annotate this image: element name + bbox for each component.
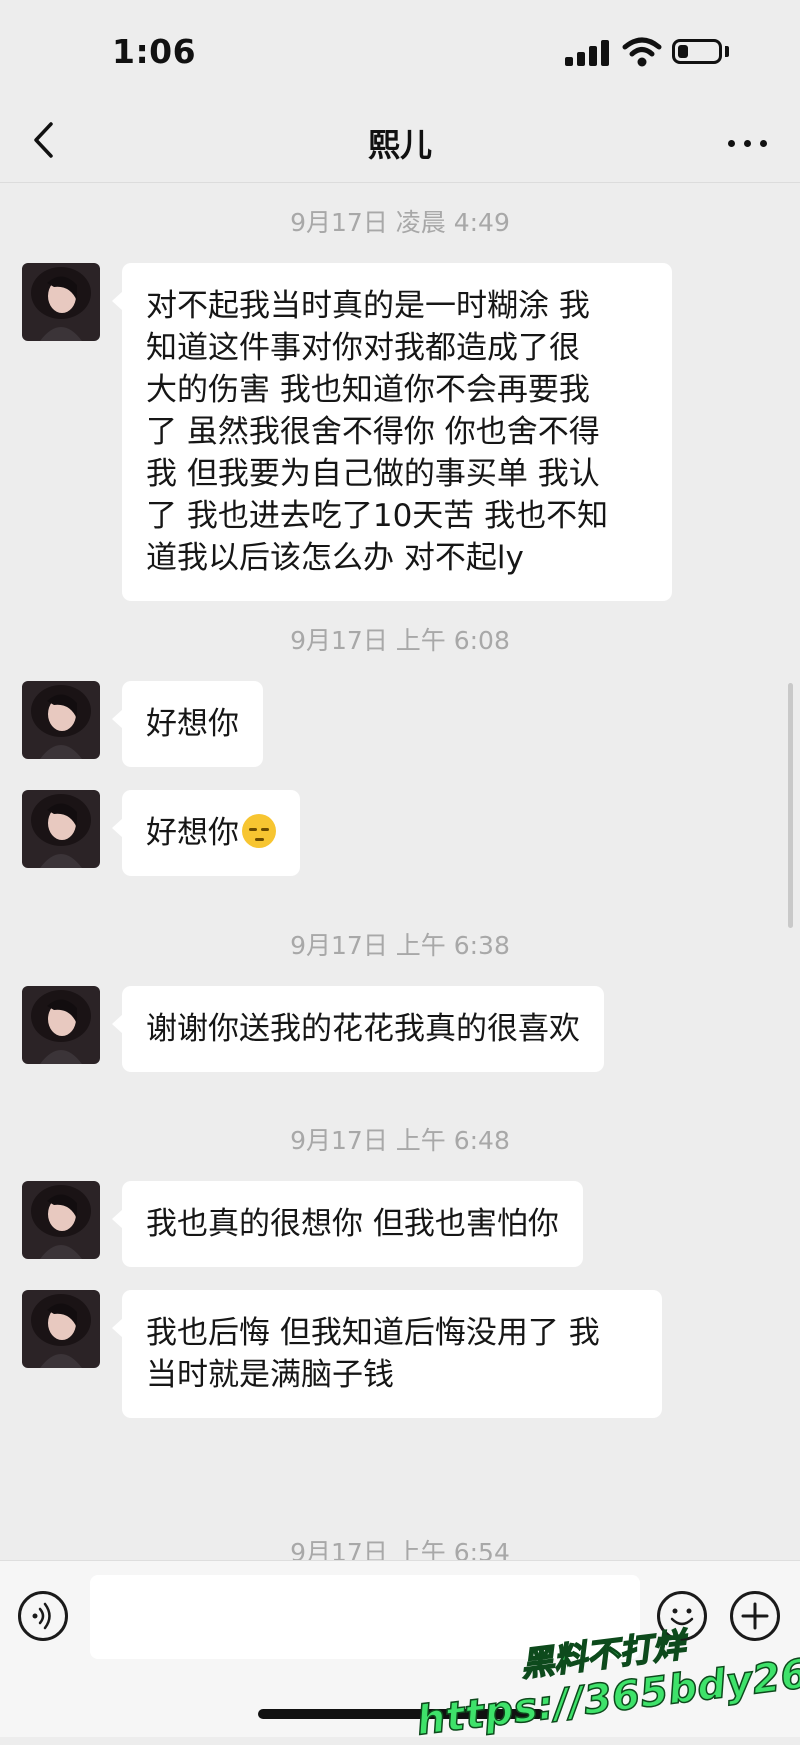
message-line: 谢谢你送我的花花我真的很喜欢 <box>146 1011 580 1047</box>
message-line: 我也后悔 但我知道后悔没用了 我 <box>146 1315 600 1351</box>
plus-icon <box>741 1602 769 1630</box>
message-timestamp: 9月17日 上午 6:08 <box>290 626 510 655</box>
message-bubble[interactable]: 我也后悔 但我知道后悔没用了 我 当时就是满脑子钱 <box>122 1290 662 1418</box>
scrollbar[interactable] <box>788 683 793 928</box>
status-bar: 1:06 <box>0 0 800 100</box>
ellipsis-dot <box>744 140 751 147</box>
more-functions-button[interactable] <box>730 1591 780 1641</box>
message-bubble[interactable]: 我也真的很想你 但我也害怕你 <box>122 1181 583 1267</box>
message-timestamp: 9月17日 上午 6:48 <box>290 1126 510 1155</box>
message-line: 我 但我要为自己做的事买单 我认 <box>146 456 600 492</box>
message-line: 好想你 <box>146 815 239 851</box>
message-bubble[interactable]: 谢谢你送我的花花我真的很喜欢 <box>122 986 604 1072</box>
message-line: 了 我也进去吃了10天苦 我也不知 <box>146 498 609 534</box>
message-timestamp: 9月17日 上午 6:54 <box>290 1538 510 1560</box>
contact-avatar[interactable] <box>22 986 100 1064</box>
ellipsis-icon <box>728 140 735 147</box>
chat-header: 熙儿 <box>0 100 800 183</box>
message-line: 道我以后该怎么办 对不起ly <box>146 540 524 576</box>
battery-tip <box>725 46 729 57</box>
message-line: 当时就是满脑子钱 <box>146 1357 394 1393</box>
voice-icon <box>32 1602 51 1630</box>
contact-avatar[interactable] <box>22 1181 100 1259</box>
emoji-button[interactable] <box>657 1591 707 1641</box>
message-list[interactable]: 9月17日 凌晨 4:49 对不起我当时真的是一时糊涂 我 知道这件事对你对我都… <box>0 183 800 1560</box>
message-input[interactable] <box>90 1575 640 1659</box>
ellipsis-dot <box>760 140 767 147</box>
wifi-icon <box>622 37 662 67</box>
contact-avatar[interactable] <box>22 263 100 341</box>
contact-avatar[interactable] <box>22 790 100 868</box>
cellular-signal-icon <box>565 40 611 66</box>
pensive-face-icon <box>242 814 276 848</box>
message-line: 大的伤害 我也知道你不会再要我 <box>146 372 590 408</box>
message-line: 了 虽然我很舍不得你 你也舍不得 <box>146 414 600 450</box>
message-line: 好想你 <box>146 706 239 742</box>
chat-title: 熙儿 <box>367 126 432 164</box>
more-options-button[interactable] <box>718 122 778 162</box>
battery-icon <box>672 39 722 64</box>
emoji-icon <box>670 1608 694 1626</box>
contact-avatar[interactable] <box>22 681 100 759</box>
home-indicator <box>258 1709 544 1719</box>
message-bubble[interactable]: 好想你 <box>122 681 263 767</box>
message-line: 对不起我当时真的是一时糊涂 我 <box>146 288 590 324</box>
message-line: 知道这件事对你对我都造成了很 <box>146 330 580 366</box>
voice-button[interactable] <box>18 1591 68 1641</box>
message-bubble[interactable]: 好想你 <box>122 790 300 876</box>
status-time: 1:06 <box>112 32 197 71</box>
contact-avatar[interactable] <box>22 1290 100 1368</box>
message-timestamp: 9月17日 凌晨 4:49 <box>290 208 510 237</box>
message-timestamp: 9月17日 上午 6:38 <box>290 931 510 960</box>
input-bar <box>0 1560 800 1737</box>
message-bubble[interactable]: 对不起我当时真的是一时糊涂 我 知道这件事对你对我都造成了很 大的伤害 我也知道… <box>122 263 672 601</box>
message-line: 我也真的很想你 但我也害怕你 <box>146 1206 559 1242</box>
